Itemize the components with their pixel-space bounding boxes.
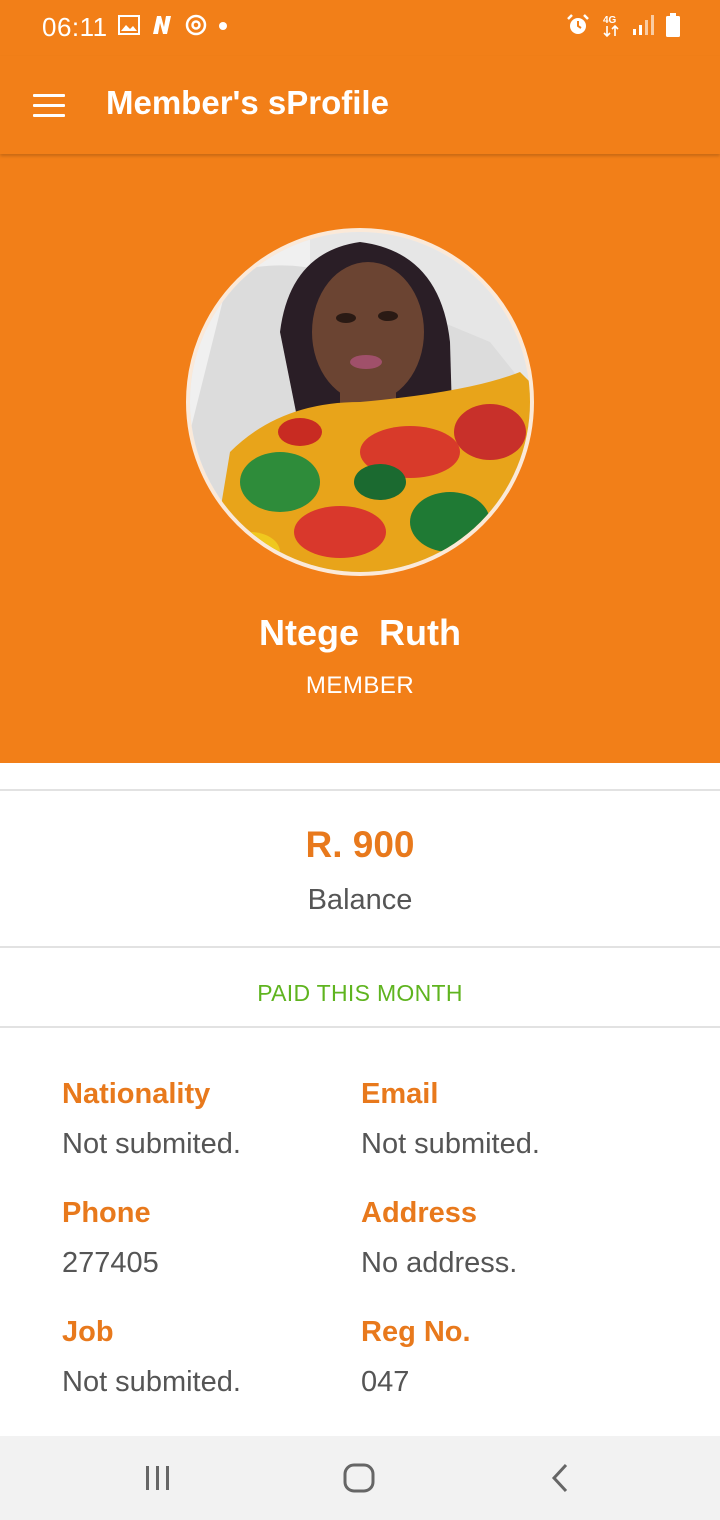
sync-icon <box>184 13 208 42</box>
divider <box>0 946 720 948</box>
reg-no-label: Reg No. <box>361 1316 471 1348</box>
job-value: Not submited. <box>62 1366 241 1398</box>
balance-label: Balance <box>307 884 413 916</box>
status-bar: 06:11 4G <box>0 0 720 56</box>
member-role: MEMBER <box>305 672 415 699</box>
system-nav-bar <box>0 1436 720 1520</box>
payment-status-badge: PAID THIS MONTH <box>257 980 463 1006</box>
svg-text:4G: 4G <box>603 15 617 26</box>
divider <box>0 789 720 791</box>
recent-apps-icon[interactable] <box>128 1452 188 1504</box>
back-icon[interactable] <box>530 1452 590 1504</box>
balance-amount: R. 900 <box>305 824 415 865</box>
app-bar: Member's sProfile <box>0 56 720 154</box>
home-icon[interactable] <box>329 1452 389 1504</box>
signal-icon <box>632 14 654 41</box>
dot-icon <box>218 18 228 36</box>
email-label: Email <box>361 1078 439 1110</box>
alarm-icon <box>566 13 590 42</box>
hamburger-menu-icon[interactable] <box>26 82 72 128</box>
status-notification-icons <box>118 14 228 40</box>
job-label: Job <box>62 1316 114 1348</box>
address-value: No address. <box>361 1247 518 1279</box>
reg-no-value: 047 <box>361 1366 410 1398</box>
address-label: Address <box>361 1197 478 1229</box>
email-value: Not submited. <box>361 1128 540 1160</box>
divider <box>0 1026 720 1028</box>
phone-label: Phone <box>62 1197 151 1229</box>
status-time: 06:11 <box>42 12 108 42</box>
page-title: Member's sProfile <box>106 84 389 121</box>
status-system-icons: 4G <box>566 12 680 42</box>
nationality-value: Not submited. <box>62 1128 241 1160</box>
phone-value: 277405 <box>62 1247 159 1279</box>
avatar[interactable] <box>186 228 534 576</box>
image-icon <box>118 14 140 40</box>
member-name: Ntege Ruth <box>259 612 461 653</box>
nationality-label: Nationality <box>62 1078 211 1110</box>
4g-icon: 4G <box>602 12 620 43</box>
battery-icon <box>666 12 680 42</box>
profile-header: Ntege Ruth MEMBER <box>0 154 720 763</box>
n-app-icon <box>150 14 174 41</box>
